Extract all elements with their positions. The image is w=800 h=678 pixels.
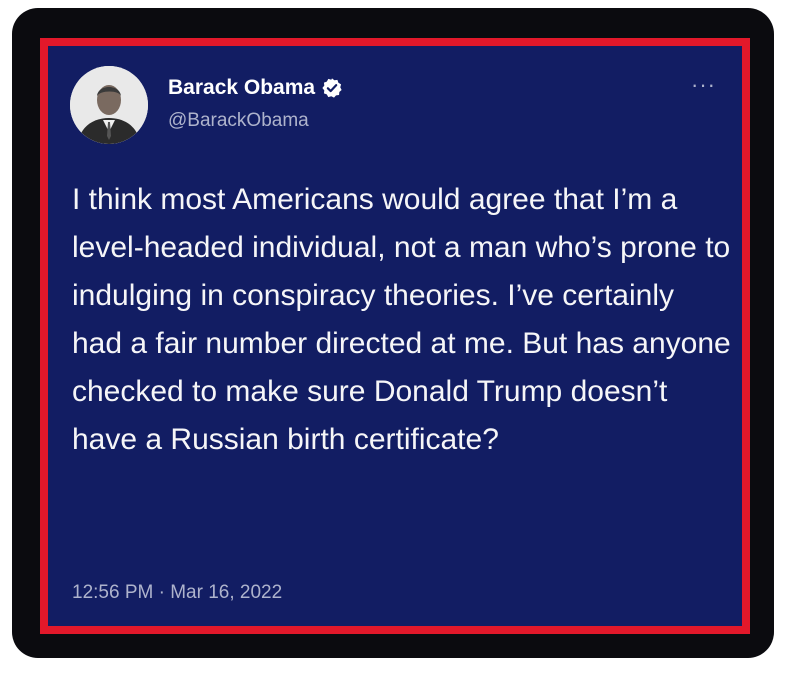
name-row: Barack Obama	[168, 76, 343, 100]
verified-badge-icon	[322, 78, 342, 98]
tweet-text: I think most Americans would agree that …	[72, 183, 731, 456]
tweet-card: Barack Obama @BarackObama ··· I think mo…	[48, 46, 742, 626]
display-name[interactable]: Barack Obama	[168, 76, 315, 100]
user-handle[interactable]: @BarackObama	[168, 110, 309, 132]
more-options-icon[interactable]: ···	[691, 72, 716, 98]
avatar[interactable]	[70, 66, 148, 144]
tweet-timestamp[interactable]: 12:56 PM · Mar 16, 2022	[72, 582, 282, 604]
